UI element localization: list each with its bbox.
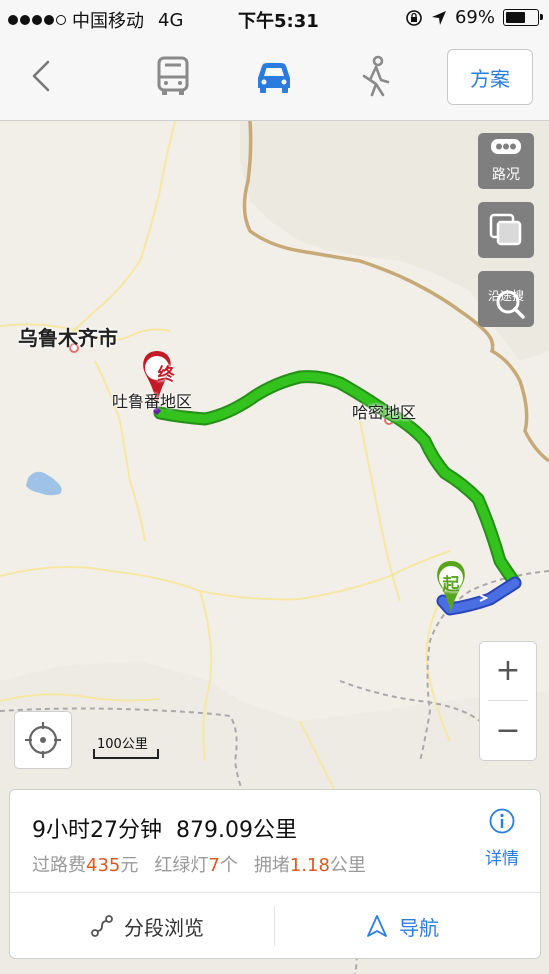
detail-button[interactable]: 详情 bbox=[474, 808, 530, 869]
traffic-button[interactable]: 路况 bbox=[478, 133, 534, 189]
carrier-label: 中国移动 bbox=[72, 11, 144, 32]
status-right: 69% bbox=[405, 7, 543, 28]
segment-browse-label: 分段浏览 bbox=[124, 915, 204, 940]
rotation-lock-icon bbox=[406, 9, 422, 26]
start-marker-label: 起 bbox=[442, 575, 460, 595]
lights-unit: 个 bbox=[219, 855, 238, 876]
info-icon bbox=[489, 808, 515, 834]
layers-button[interactable] bbox=[478, 202, 534, 258]
along-route-search-label: 沿途搜 bbox=[487, 289, 524, 303]
car-icon[interactable] bbox=[252, 54, 296, 98]
battery-icon bbox=[503, 9, 543, 26]
back-arrow-icon[interactable] bbox=[24, 56, 60, 96]
status-left: 中国移动 4G bbox=[8, 7, 183, 33]
segment-browse-button[interactable]: 分段浏览 bbox=[90, 906, 204, 946]
locate-button[interactable] bbox=[14, 711, 72, 769]
map-label-urumqi: 乌鲁木齐市 bbox=[18, 326, 118, 350]
jam-value: 1.18 bbox=[289, 855, 330, 876]
map-label-turpan: 吐鲁番地区 bbox=[112, 392, 193, 411]
zoom-in-button[interactable]: + bbox=[480, 642, 536, 700]
route-distance: 879.09公里 bbox=[176, 818, 297, 843]
zoom-out-button[interactable]: − bbox=[480, 702, 536, 760]
layers-icon bbox=[489, 213, 522, 246]
traffic-icon bbox=[491, 139, 521, 154]
route-duration: 9小时27分钟 bbox=[32, 818, 162, 843]
route-stats: 过路费435元 红绿灯7个 拥堵1.18公里 bbox=[32, 851, 366, 877]
status-bar: 中国移动 4G 下午5:31 69% bbox=[0, 0, 549, 36]
jam-unit: 公里 bbox=[329, 855, 366, 876]
bus-icon[interactable] bbox=[151, 54, 195, 98]
segment-route-icon bbox=[91, 915, 113, 937]
card-vertical-divider bbox=[274, 906, 275, 946]
navigate-label: 导航 bbox=[399, 915, 439, 940]
traffic-label: 路况 bbox=[492, 167, 520, 183]
toll-unit: 元 bbox=[120, 855, 139, 876]
card-divider bbox=[10, 892, 540, 893]
lights-value: 7 bbox=[208, 855, 220, 876]
plan-button[interactable]: 方案 bbox=[447, 49, 533, 105]
toll-value: 435 bbox=[86, 855, 121, 876]
along-route-search-button[interactable]: 沿途搜 bbox=[478, 271, 534, 327]
end-marker-label: 终 bbox=[157, 365, 175, 385]
toll-prefix: 过路费 bbox=[32, 855, 86, 876]
walk-icon[interactable] bbox=[354, 54, 398, 98]
lights-prefix: 红绿灯 bbox=[154, 855, 209, 876]
detail-label: 详情 bbox=[485, 849, 519, 869]
signal-strength-icon bbox=[8, 15, 66, 25]
zoom-control: + − bbox=[479, 641, 537, 761]
location-arrow-icon bbox=[431, 10, 446, 25]
jam-prefix: 拥堵 bbox=[253, 855, 290, 876]
route-summary-card: 9小时27分钟 879.09公里 过路费435元 红绿灯7个 拥堵1.18公里 详情 … bbox=[9, 789, 541, 959]
crosshair-icon bbox=[25, 722, 61, 758]
navigate-button[interactable]: 导航 bbox=[365, 906, 439, 946]
scale-bar: 100公里 bbox=[93, 733, 159, 759]
battery-percent: 69% bbox=[454, 7, 495, 28]
route-nav-bar: 方案 bbox=[0, 36, 549, 121]
route-summary: 9小时27分钟 879.09公里 bbox=[32, 812, 297, 844]
network-label: 4G bbox=[158, 9, 184, 31]
status-time: 下午5:31 bbox=[238, 11, 319, 32]
scale-line bbox=[93, 749, 159, 759]
navigation-arrow-icon bbox=[367, 915, 387, 937]
map-label-hami: 哈密地区 bbox=[352, 403, 417, 422]
